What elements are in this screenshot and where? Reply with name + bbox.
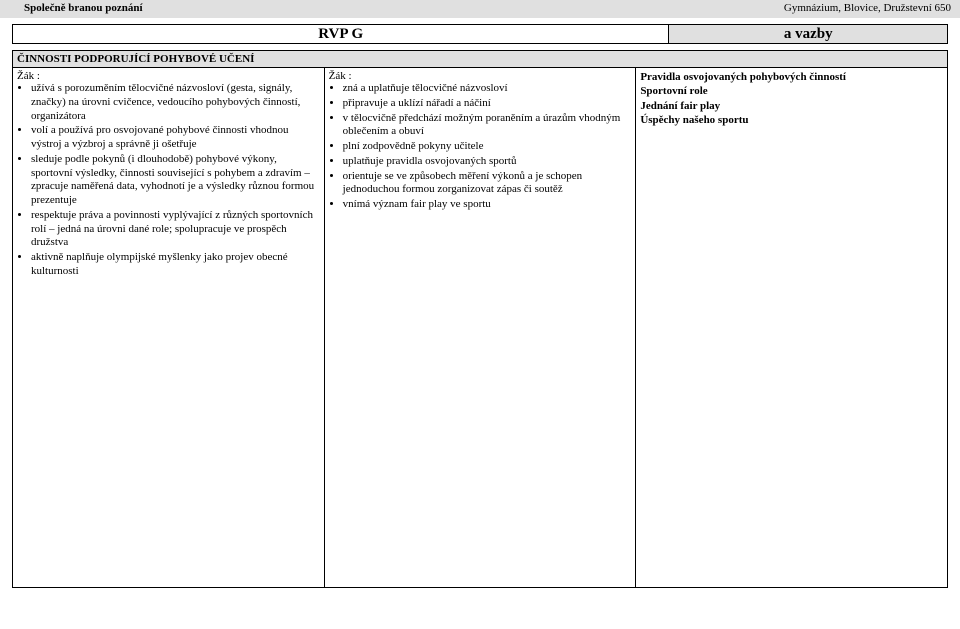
top-bar: Společně branou poznání Gymnázium, Blovi… bbox=[0, 0, 960, 18]
topic-line: Jednání fair play bbox=[640, 99, 943, 113]
school-name: Gymnázium, Blovice, Družstevní 650 bbox=[784, 2, 951, 16]
rvp-left: RVP G bbox=[13, 25, 669, 44]
doc-title: Společně branou poznání bbox=[24, 2, 143, 16]
list-item: v tělocvičně předchází možným poraněním … bbox=[343, 112, 632, 140]
col1-list: užívá s porozuměním tělocvičné názvoslov… bbox=[17, 82, 320, 279]
list-item: vnímá význam fair play ve sportu bbox=[343, 198, 632, 212]
topic-line: Sportovní role bbox=[640, 84, 943, 98]
list-item: sleduje podle pokynů (i dlouhodobě) pohy… bbox=[31, 153, 320, 208]
list-item: uplatňuje pravidla osvojovaných sportů bbox=[343, 155, 632, 169]
col2-label: Žák : bbox=[329, 70, 352, 82]
rvp-bar: RVP G a vazby bbox=[12, 24, 948, 44]
col2-list: zná a uplatňuje tělocvičné názvoslovípři… bbox=[329, 82, 632, 212]
col2: Žák : zná a uplatňuje tělocvičné názvosl… bbox=[324, 68, 636, 588]
list-item: připravuje a uklízí nářadí a náčiní bbox=[343, 97, 632, 111]
col1-label: Žák : bbox=[17, 70, 40, 82]
col3: Pravidla osvojovaných pohybových činnost… bbox=[636, 68, 948, 588]
list-item: aktivně naplňuje olympijské myšlenky jak… bbox=[31, 251, 320, 279]
list-item: volí a používá pro osvojované pohybové č… bbox=[31, 124, 320, 152]
topic-line: Úspěchy našeho sportu bbox=[640, 113, 943, 127]
list-item: zná a uplatňuje tělocvičné názvosloví bbox=[343, 82, 632, 96]
topic-line: Pravidla osvojovaných pohybových činnost… bbox=[640, 70, 943, 84]
main-table: ČINNOSTI PODPORUJÍCÍ POHYBOVÉ UČENÍ Žák … bbox=[12, 50, 948, 588]
list-item: respektuje práva a povinnosti vyplývajíc… bbox=[31, 209, 320, 250]
list-item: užívá s porozuměním tělocvičné názvoslov… bbox=[31, 82, 320, 123]
rvp-right: a vazby bbox=[669, 25, 948, 44]
section-title: ČINNOSTI PODPORUJÍCÍ POHYBOVÉ UČENÍ bbox=[13, 51, 948, 68]
list-item: orientuje se ve způsobech měření výkonů … bbox=[343, 170, 632, 198]
list-item: plní zodpovědně pokyny učitele bbox=[343, 140, 632, 154]
col1: Žák : užívá s porozuměním tělocvičné náz… bbox=[13, 68, 325, 588]
